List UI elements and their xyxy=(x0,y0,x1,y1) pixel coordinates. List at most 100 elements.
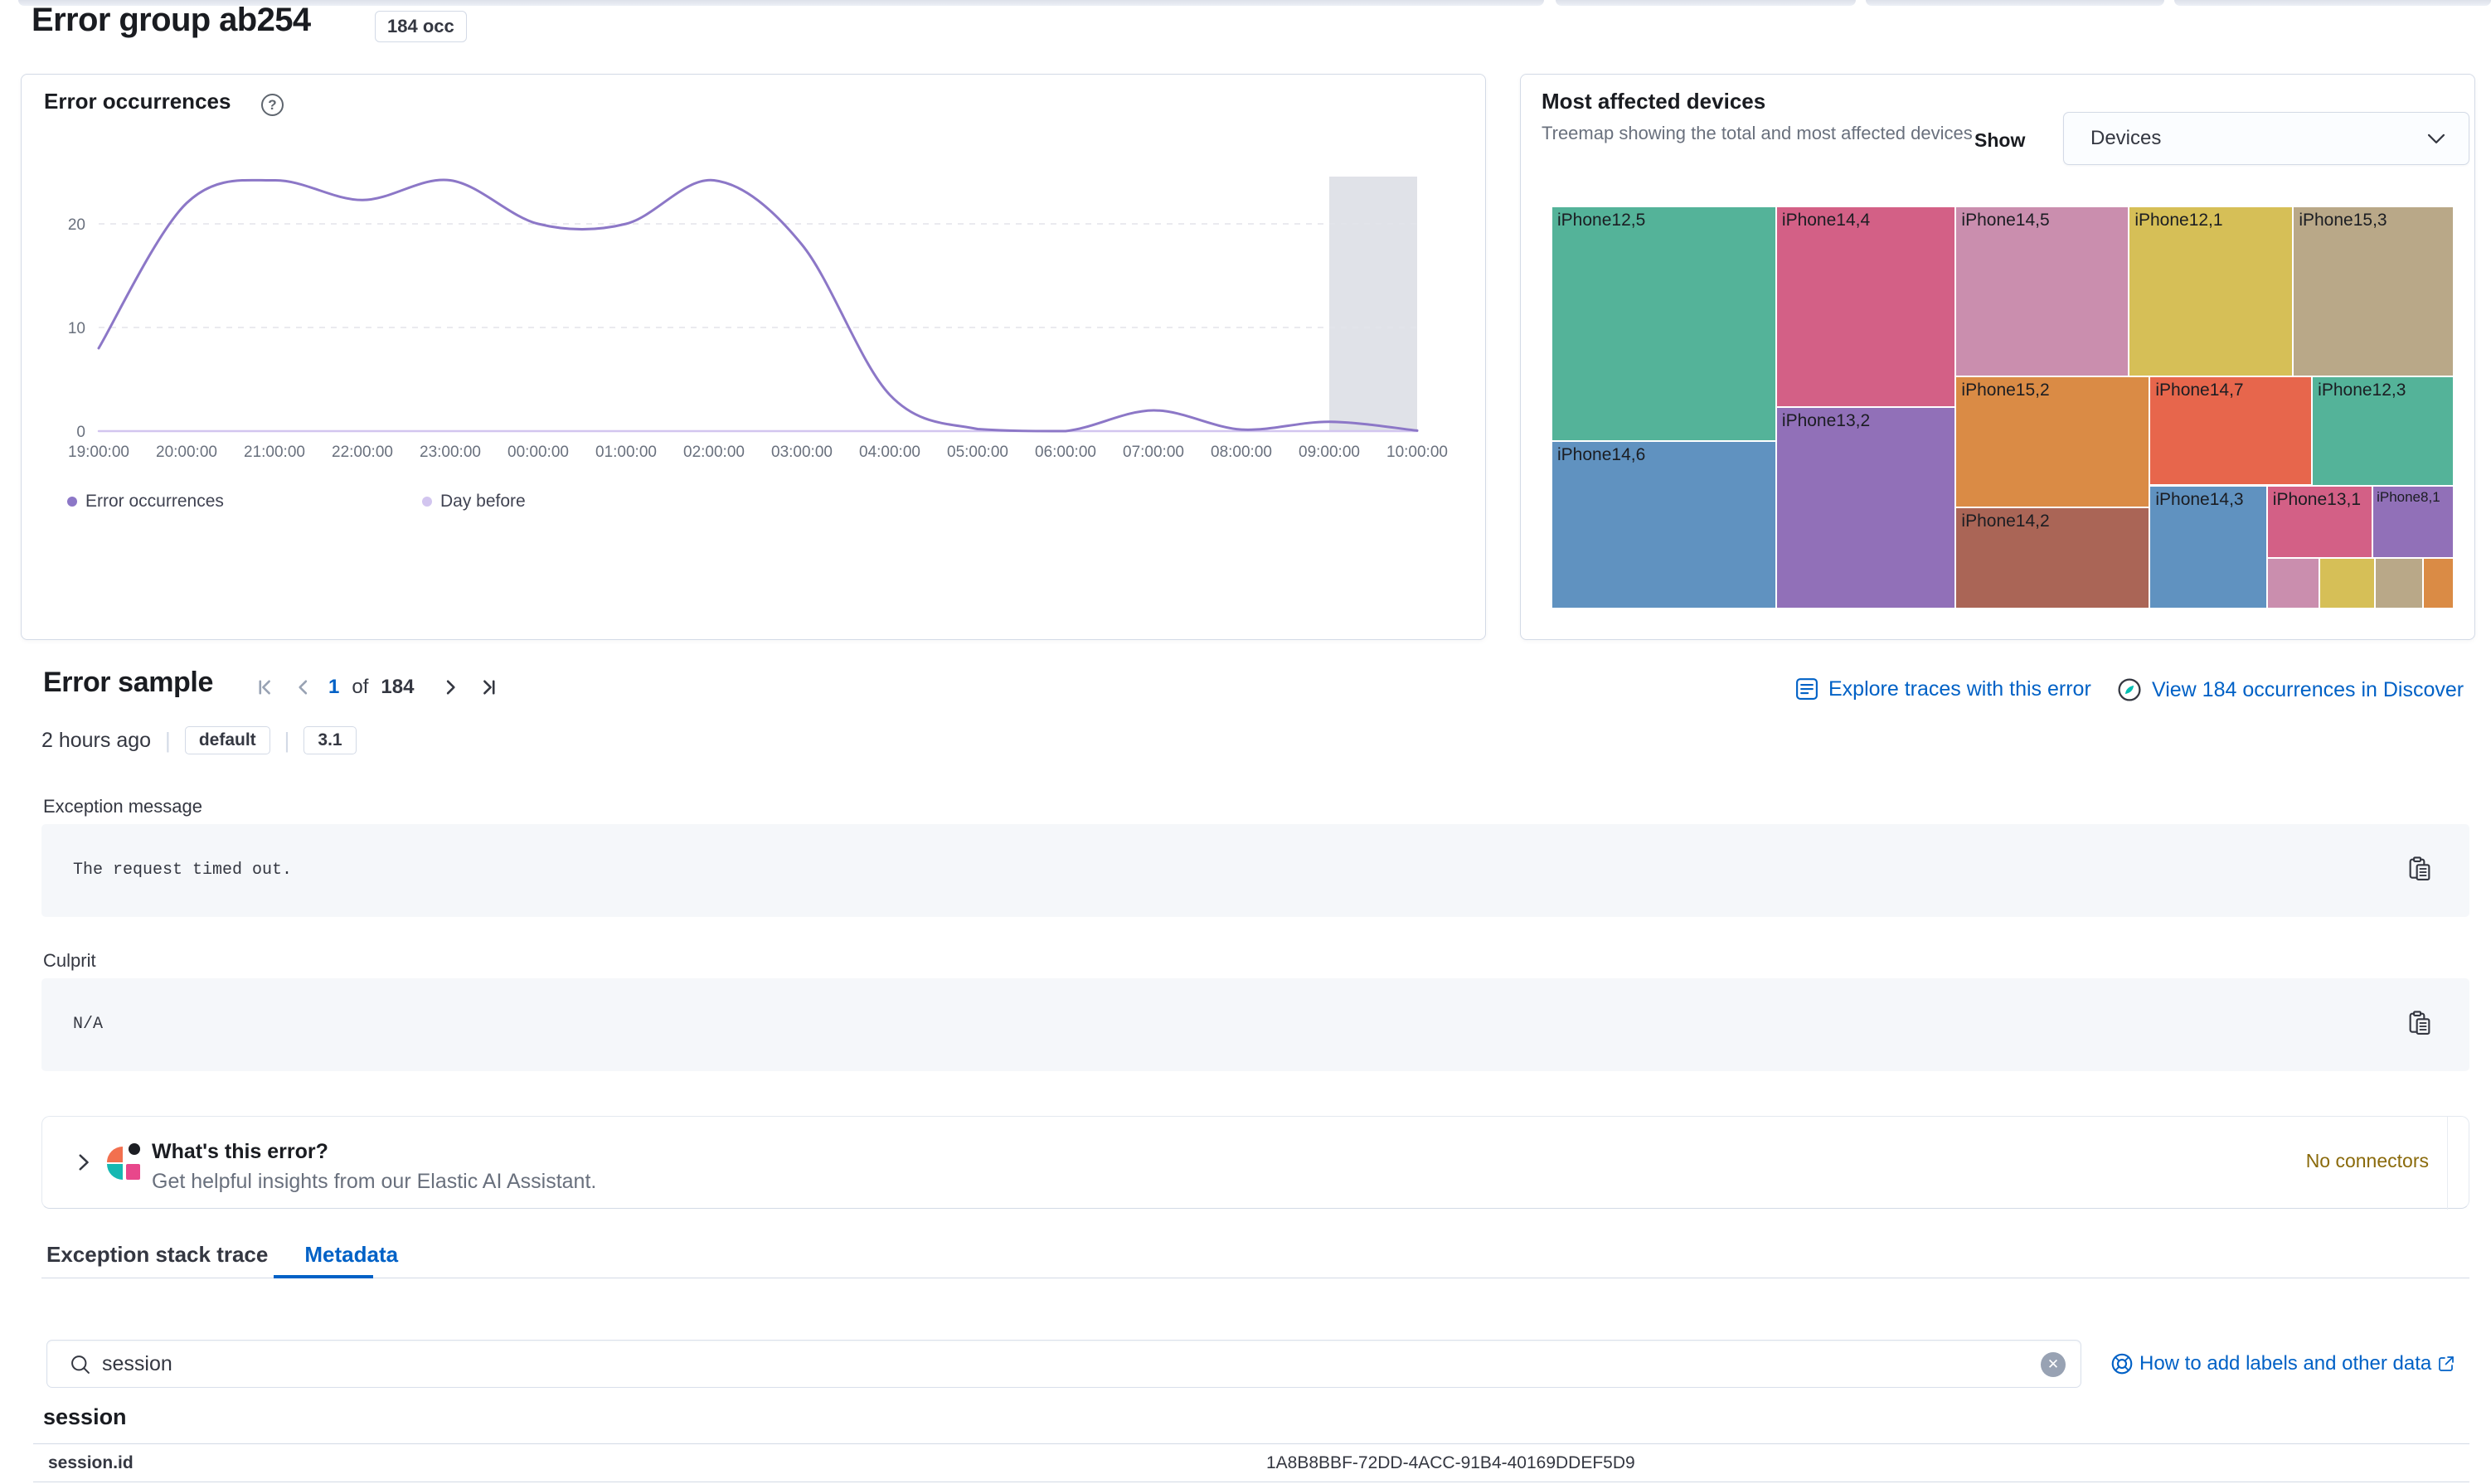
detail-tabs: Exception stack trace Metadata xyxy=(46,1242,398,1279)
chart-title: Error occurrences xyxy=(44,89,231,114)
trace-list-icon xyxy=(1794,677,1819,701)
topbar-remnant xyxy=(1866,0,2164,6)
treemap-cell[interactable] xyxy=(2423,558,2454,609)
treemap-cell[interactable]: iPhone14,3 xyxy=(2149,486,2266,609)
treemap-cell[interactable]: iPhone12,5 xyxy=(1551,206,1776,441)
search-input[interactable] xyxy=(102,1341,2034,1387)
search-icon xyxy=(69,1353,92,1376)
metadata-row: session.id1A8B8BBF-72DD-4ACC-91B4-40169D… xyxy=(33,1443,2469,1482)
metadata-table: session.id1A8B8BBF-72DD-4ACC-91B4-40169D… xyxy=(33,1443,2469,1482)
svg-text:09:00:00: 09:00:00 xyxy=(1299,444,1360,461)
next-page-button[interactable] xyxy=(438,675,463,700)
environment-badge: default xyxy=(185,726,270,754)
occurrences-count-badge: 184 occ xyxy=(375,11,467,42)
explore-traces-label: Explore traces with this error xyxy=(1828,677,2091,701)
legend-item-day-before[interactable]: Day before xyxy=(422,492,526,512)
svg-text:01:00:00: 01:00:00 xyxy=(595,444,657,461)
treemap-cell[interactable]: iPhone14,6 xyxy=(1551,441,1776,609)
page-title: Error group ab254 xyxy=(32,2,311,39)
sample-pagination: 1 of 184 xyxy=(254,675,500,700)
treemap-cell[interactable]: iPhone12,1 xyxy=(2129,206,2293,376)
sample-timestamp: 2 hours ago xyxy=(41,729,151,753)
most-affected-devices-card: Most affected devices Treemap showing th… xyxy=(1520,74,2475,640)
treemap-cell[interactable] xyxy=(2267,558,2319,609)
treemap-cell[interactable]: iPhone12,3 xyxy=(2312,376,2454,486)
divider: | xyxy=(284,728,290,754)
life-ring-icon xyxy=(2110,1351,2134,1376)
show-devices-select[interactable]: Devices xyxy=(2063,112,2469,165)
treemap-cell[interactable] xyxy=(2319,558,2375,609)
help-icon[interactable]: ? xyxy=(261,94,284,116)
error-group-page: Error group ab254 184 occ Error occurren… xyxy=(0,0,2491,1484)
treemap-cell[interactable]: iPhone15,3 xyxy=(2293,206,2454,376)
treemap-cell-label: iPhone14,4 xyxy=(1777,207,1955,234)
show-label: Show xyxy=(1974,129,2025,152)
svg-text:19:00:00: 19:00:00 xyxy=(68,444,129,461)
current-page: 1 xyxy=(328,676,339,699)
view-occurrences-label: View 184 occurrences in Discover xyxy=(2152,678,2464,702)
treemap-cell-label: iPhone14,2 xyxy=(1956,508,2149,535)
treemap-cell-label: iPhone15,2 xyxy=(1956,377,2149,404)
chevron-right-icon[interactable] xyxy=(74,1152,94,1172)
copy-icon[interactable] xyxy=(2406,1010,2433,1036)
how-to-add-labels-label: How to add labels and other data xyxy=(2139,1352,2431,1375)
sample-meta-row: 2 hours ago | default | 3.1 xyxy=(41,726,357,754)
treemap-cell[interactable]: iPhone14,2 xyxy=(1955,507,2149,609)
treemap-cell[interactable]: iPhone13,2 xyxy=(1776,407,1956,609)
treemap-title: Most affected devices xyxy=(1542,89,1765,114)
ai-panel-title: What's this error? xyxy=(152,1140,328,1164)
treemap-cell[interactable]: iPhone14,4 xyxy=(1776,206,1956,407)
ai-assistant-panel[interactable]: What's this error? Get helpful insights … xyxy=(41,1116,2469,1209)
svg-text:06:00:00: 06:00:00 xyxy=(1035,444,1096,461)
treemap-cell-label: iPhone15,3 xyxy=(2294,207,2453,234)
discover-compass-icon xyxy=(2116,677,2143,703)
svg-text:20:00:00: 20:00:00 xyxy=(156,444,217,461)
treemap-cell-label: iPhone12,5 xyxy=(1552,207,1775,234)
error-occurrences-card: Error occurrences ? 0 10 20 19:00:00 20:00:0… xyxy=(21,74,1486,640)
of-label: of xyxy=(352,676,368,699)
tab-metadata[interactable]: Metadata xyxy=(304,1242,398,1279)
treemap-cell[interactable]: iPhone15,2 xyxy=(1955,376,2149,507)
svg-text:10: 10 xyxy=(68,320,85,337)
treemap-cell-label: iPhone13,2 xyxy=(1777,408,1955,434)
tab-exception-stack-trace[interactable]: Exception stack trace xyxy=(46,1242,268,1279)
select-value: Devices xyxy=(2064,127,2425,150)
svg-text:0: 0 xyxy=(76,424,85,441)
culprit-box: N/A xyxy=(41,978,2469,1071)
total-pages: 184 xyxy=(381,676,414,699)
devices-treemap: iPhone12,5 iPhone14,6 iPhone14,4 iPhone13,2… xyxy=(1551,206,2454,609)
treemap-cell[interactable]: iPhone13,1 xyxy=(2267,486,2372,558)
treemap-cell[interactable]: iPhone8,1 xyxy=(2372,486,2454,558)
how-to-add-labels-link[interactable]: How to add labels and other data xyxy=(2110,1351,2456,1376)
active-tab-underline xyxy=(274,1275,373,1278)
treemap-cell[interactable]: iPhone14,5 xyxy=(1955,206,2129,376)
view-occurrences-discover-link[interactable]: View 184 occurrences in Discover xyxy=(2116,677,2464,703)
legend-label: Error occurrences xyxy=(85,492,224,512)
svg-text:20: 20 xyxy=(68,216,85,234)
treemap-cell-label: iPhone13,1 xyxy=(2268,487,2372,513)
treemap-cell-label: iPhone14,5 xyxy=(1956,207,2128,234)
treemap-cell[interactable]: iPhone14,7 xyxy=(2149,376,2312,485)
legend-item-error-occurrences[interactable]: Error occurrences xyxy=(67,492,224,512)
copy-icon[interactable] xyxy=(2406,856,2433,882)
version-badge: 3.1 xyxy=(303,726,356,754)
treemap-cell[interactable] xyxy=(2375,558,2423,609)
treemap-cell-label: iPhone12,1 xyxy=(2129,207,2292,234)
treemap-cell-label: iPhone14,7 xyxy=(2150,377,2311,404)
explore-traces-link[interactable]: Explore traces with this error xyxy=(1794,677,2091,701)
culprit-label: Culprit xyxy=(43,950,96,972)
last-page-button[interactable] xyxy=(475,675,500,700)
svg-text:10:00:00: 10:00:00 xyxy=(1386,444,1448,461)
svg-text:02:00:00: 02:00:00 xyxy=(683,444,745,461)
treemap-subtitle: Treemap showing the total and most affec… xyxy=(1542,120,2022,146)
metadata-key: session.id xyxy=(48,1444,134,1482)
svg-text:22:00:00: 22:00:00 xyxy=(332,444,393,461)
exception-message-box: The request timed out. xyxy=(41,824,2469,917)
divider xyxy=(2447,1117,2448,1210)
svg-text:21:00:00: 21:00:00 xyxy=(244,444,305,461)
first-page-button[interactable] xyxy=(254,675,279,700)
previous-page-button[interactable] xyxy=(291,675,316,700)
clear-search-icon[interactable]: ✕ xyxy=(2041,1352,2066,1377)
culprit-value: N/A xyxy=(73,1015,103,1034)
no-connectors-status: No connectors xyxy=(2306,1150,2429,1172)
